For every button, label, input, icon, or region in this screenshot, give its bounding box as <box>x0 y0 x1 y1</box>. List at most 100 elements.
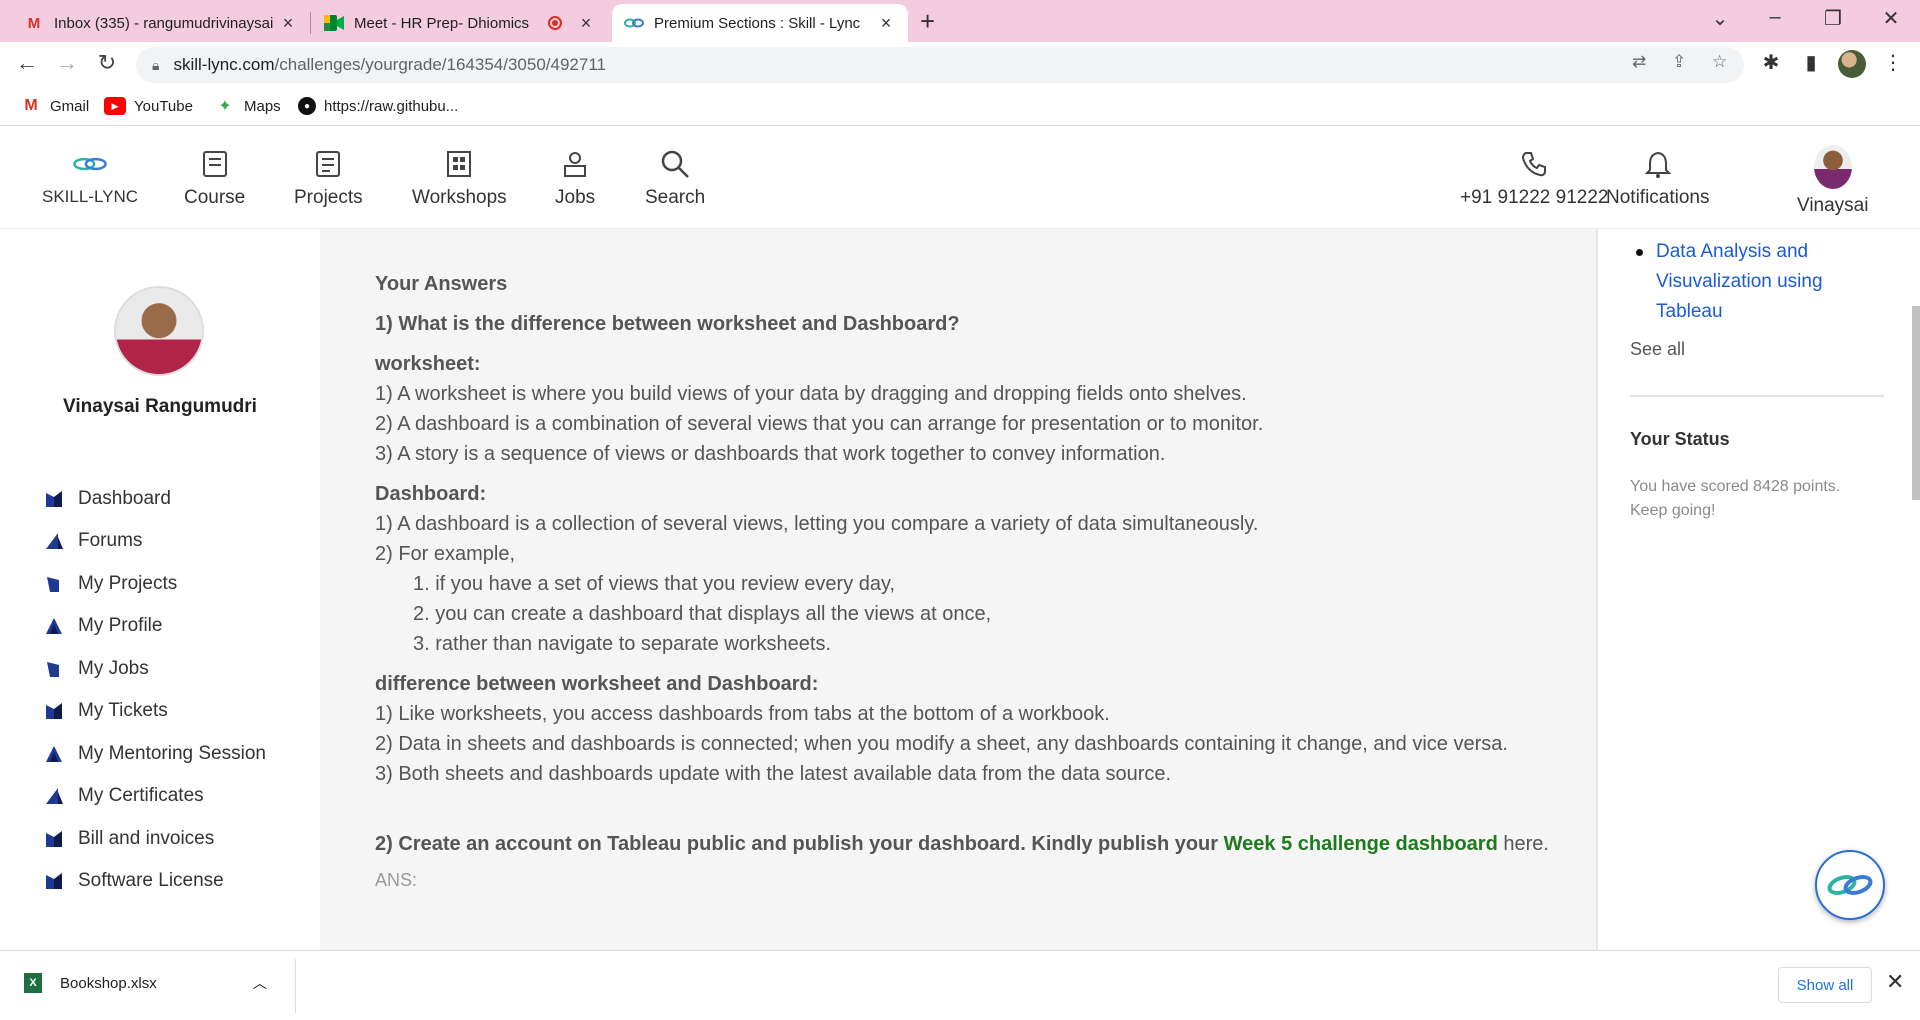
forward-icon[interactable]: → <box>52 50 82 76</box>
nav-label: Course <box>184 187 246 208</box>
bookmark-label: Maps <box>244 97 281 115</box>
tab-search-icon[interactable]: ⌄ <box>1700 6 1740 31</box>
answer-subline: 3. rather than navigate to separate work… <box>413 633 832 655</box>
sidebar-item-label: My Mentoring Session <box>78 743 266 764</box>
phone-icon <box>1516 147 1552 181</box>
url-path: /challenges/yourgrade/164354/3050/492711 <box>274 55 606 74</box>
see-all-link[interactable]: See all <box>1630 339 1685 360</box>
sidebar-item-my-tickets[interactable]: My Tickets <box>44 700 168 722</box>
sidebar-item-my-jobs[interactable]: My Jobs <box>44 658 149 680</box>
forums-icon <box>46 533 63 549</box>
bookmark-star-icon[interactable]: ☆ <box>1712 52 1727 72</box>
nav-search[interactable]: Search <box>645 147 705 209</box>
worksheet-title: worksheet: <box>375 353 481 375</box>
bell-icon <box>1640 147 1676 181</box>
difference-title: difference between worksheet and Dashboa… <box>375 673 819 695</box>
nav-jobs[interactable]: Jobs <box>555 147 595 209</box>
tab-skill-lync[interactable]: Premium Sections : Skill - Lync × <box>612 4 908 42</box>
minimize-icon[interactable]: – <box>1755 6 1795 29</box>
right-sidebar: Data Analysis and Visuvalization using T… <box>1596 229 1920 950</box>
back-icon[interactable]: ← <box>12 50 42 76</box>
restore-icon[interactable]: ❐ <box>1813 6 1853 31</box>
question-2-text: 2) Create an account on Tableau public a… <box>375 833 1224 855</box>
download-bar: X Bookshop.xlsx ︿ Show all ✕ <box>0 950 1920 1020</box>
tab-title: Meet - HR Prep- Dhiomics <box>354 14 530 32</box>
sidebar-item-label: My Certificates <box>78 785 204 806</box>
brand-logo[interactable]: SKILL-LYNC <box>42 147 138 207</box>
bookmark-label: YouTube <box>134 97 193 115</box>
bookmark-maps[interactable]: ✦ Maps <box>214 97 281 116</box>
divider <box>1630 395 1884 397</box>
tab-separator <box>310 12 311 34</box>
answer-line: 1) Like worksheets, you access dashboard… <box>375 703 1110 725</box>
close-icon[interactable]: × <box>278 13 298 34</box>
jobs-icon <box>47 662 59 677</box>
bookmark-youtube[interactable]: ▶ YouTube <box>104 97 193 115</box>
answer-line: 3) Both sheets and dashboards update wit… <box>375 763 1172 785</box>
answer-label: ANS: <box>375 870 418 890</box>
sidebar-item-my-mentoring-session[interactable]: My Mentoring Session <box>44 743 266 765</box>
sidebar-item-my-profile[interactable]: My Profile <box>44 615 162 637</box>
tab-title: Premium Sections : Skill - Lync <box>654 14 861 32</box>
lock-icon: 🔒︎ <box>152 56 160 73</box>
answer-subline: 2. you can create a dashboard that displ… <box>413 603 992 625</box>
close-icon[interactable]: × <box>876 13 896 34</box>
chevron-up-icon[interactable]: ︿ <box>253 973 267 993</box>
answers-section: Your Answers 1) What is the difference b… <box>375 269 1555 895</box>
download-item[interactable]: X Bookshop.xlsx ︿ <box>24 973 267 993</box>
phone-contact[interactable]: +91 91222 91222 <box>1460 147 1608 209</box>
answer-line: 3) A story is a sequence of views or das… <box>375 443 1166 465</box>
github-icon: ● <box>298 97 316 115</box>
user-menu[interactable]: Vinaysai <box>1797 145 1868 217</box>
dashboard-title: Dashboard: <box>375 483 487 505</box>
week5-dashboard-link[interactable]: Week 5 challenge dashboard <box>1224 833 1498 855</box>
reload-icon[interactable]: ↻ <box>92 50 122 76</box>
skill-lync-logo-icon <box>72 147 108 181</box>
bookmark-label: https://raw.githubu... <box>324 97 459 115</box>
bullet-icon <box>1636 249 1643 256</box>
side-panel-icon[interactable]: ▮ <box>1796 50 1826 75</box>
menu-icon[interactable]: ⋮ <box>1878 50 1908 75</box>
sidebar-item-my-certificates[interactable]: My Certificates <box>44 785 204 807</box>
search-icon <box>657 147 693 181</box>
window-close-icon[interactable]: ✕ <box>1871 6 1911 31</box>
sidebar-item-software-license[interactable]: Software License <box>44 870 224 892</box>
notifications-button[interactable]: Notifications <box>1606 147 1710 209</box>
sidebar-item-my-projects[interactable]: My Projects <box>44 573 177 595</box>
jobs-icon <box>557 147 593 181</box>
tab-meet[interactable]: Meet - HR Prep- Dhiomics × <box>312 4 608 42</box>
question-2: 2) Create an account on Tableau public a… <box>375 829 1555 859</box>
chat-fab-button[interactable] <box>1815 850 1885 920</box>
sidebar-item-bill-and-invoices[interactable]: Bill and invoices <box>44 828 214 850</box>
close-icon[interactable]: ✕ <box>1886 969 1904 995</box>
answer-line: 2) For example, <box>375 543 516 565</box>
nav-course[interactable]: Course <box>184 147 245 209</box>
nav-projects[interactable]: Projects <box>294 147 363 209</box>
excel-file-icon: X <box>24 973 42 993</box>
address-bar[interactable]: 🔒︎ skill-lync.com/challenges/yourgrade/1… <box>136 47 1744 83</box>
profile-avatar[interactable] <box>1838 50 1866 78</box>
bookmark-gmail[interactable]: M Gmail <box>20 97 89 115</box>
show-all-button[interactable]: Show all <box>1778 967 1872 1003</box>
course-link[interactable]: Data Analysis and Visuvalization using T… <box>1656 237 1856 327</box>
browser-tabstrip: M Inbox (335) - rangumudrivinaysai × Mee… <box>0 0 1920 42</box>
browser-toolbar: ← → ↻ 🔒︎ skill-lync.com/challenges/yourg… <box>0 42 1920 88</box>
sidebar-item-forums[interactable]: Forums <box>44 530 142 552</box>
new-tab-icon[interactable]: + <box>920 6 935 37</box>
share-icon[interactable]: ⇪ <box>1672 52 1686 72</box>
sidebar-item-dashboard[interactable]: Dashboard <box>44 488 171 510</box>
translate-icon[interactable]: ⇄ <box>1632 52 1646 72</box>
nav-workshops[interactable]: Workshops <box>412 147 507 209</box>
recording-icon <box>548 16 562 30</box>
sidebar-item-label: My Jobs <box>78 658 149 679</box>
scrollbar[interactable] <box>1912 306 1920 500</box>
bookmark-label: Gmail <box>50 97 90 115</box>
bookmark-github[interactable]: ● https://raw.githubu... <box>298 97 458 115</box>
close-icon[interactable]: × <box>576 13 596 34</box>
extensions-icon[interactable]: ✱ <box>1756 50 1786 75</box>
dashboard-icon <box>46 491 62 507</box>
gmail-icon: M <box>24 97 38 114</box>
tab-gmail[interactable]: M Inbox (335) - rangumudrivinaysai × <box>12 4 310 42</box>
profile-photo <box>114 286 204 376</box>
projects-icon <box>47 577 59 592</box>
